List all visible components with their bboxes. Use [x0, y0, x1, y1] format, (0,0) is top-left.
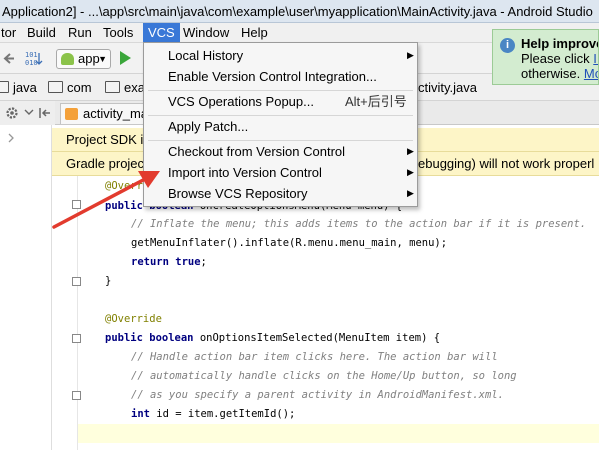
menu-item-apply-patch[interactable]: Apply Patch...	[144, 116, 441, 137]
run-config-select[interactable]: app ▼	[56, 49, 111, 69]
run-config-label: app	[78, 51, 100, 66]
menu-item-checkout-from-vcs[interactable]: Checkout from Version Control ▶	[144, 141, 441, 162]
code-line: @Override	[105, 313, 162, 325]
svg-text:010: 010	[25, 59, 38, 67]
shortcut-label: Alt+后引号	[345, 94, 407, 109]
code-line: // as you specify a parent activity in A…	[131, 389, 504, 401]
red-arrow-annotation	[52, 171, 160, 229]
back-arrow-icon[interactable]	[2, 48, 16, 69]
menu-tools[interactable]: Tools	[98, 23, 138, 43]
run-icon[interactable]	[120, 51, 131, 65]
code-line: // automatically handle clicks on the Ho…	[131, 370, 517, 382]
code-line: return true;	[131, 256, 207, 268]
menu-item-browse-vcs-repository[interactable]: Browse VCS Repository ▶	[144, 183, 441, 204]
binary-icon[interactable]: 101 010	[24, 48, 46, 69]
project-panel	[0, 125, 52, 450]
code-line: int id = item.getItemId();	[131, 408, 296, 420]
breadcrumb-example[interactable]: exa	[105, 78, 145, 97]
gradle-notification-tail: ebugging) will not work properl	[418, 156, 595, 171]
info-icon: i	[500, 38, 515, 53]
chevron-down-icon: ▼	[98, 54, 107, 64]
submenu-arrow-icon: ▶	[407, 146, 414, 156]
breadcrumb-com[interactable]: com	[48, 78, 92, 97]
folder-icon	[105, 81, 120, 93]
menu-run[interactable]: Run	[63, 23, 97, 43]
menu-item-enable-vcs-integration[interactable]: Enable Version Control Integration...	[144, 66, 441, 87]
tab-activity-main[interactable]: activity_ma	[60, 103, 148, 124]
more-link[interactable]: Mo	[584, 66, 598, 81]
window-title-bar: Application2] - ...\app\src\main\java\co…	[0, 0, 599, 23]
code-line: getMenuInflater().inflate(R.menu.menu_ma…	[131, 237, 448, 249]
fold-marker[interactable]	[72, 277, 81, 286]
collapse-icon[interactable]	[38, 106, 52, 120]
chevron-right-icon[interactable]	[6, 133, 16, 143]
window-title: Application2] - ...\app\src\main\java\co…	[2, 4, 593, 19]
code-line: public boolean onOptionsItemSelected(Men…	[105, 332, 441, 344]
android-icon	[61, 53, 74, 65]
svg-text:101: 101	[25, 51, 38, 59]
fold-marker[interactable]	[72, 334, 81, 343]
help-popup-title: Help improve	[521, 36, 599, 51]
code-line: }	[105, 275, 112, 287]
chevron-down-icon[interactable]	[24, 107, 34, 117]
xml-file-icon	[65, 108, 78, 120]
help-improve-popup[interactable]: i Help improve Please click I a otherwis…	[492, 29, 599, 85]
agree-link[interactable]: I a	[593, 51, 598, 66]
menu-item-local-history[interactable]: Local History ▶	[144, 45, 441, 66]
code-line: // Handle action bar item clicks here. T…	[131, 351, 498, 363]
menu-help[interactable]: Help	[236, 23, 273, 43]
menu-navigate[interactable]: tor	[0, 23, 21, 43]
fold-marker[interactable]	[72, 391, 81, 400]
menu-vcs[interactable]: VCS	[143, 23, 180, 43]
project-panel-toolbar	[0, 101, 55, 125]
menu-item-vcs-operations-popup[interactable]: VCS Operations Popup... Alt+后引号	[144, 91, 441, 112]
breadcrumb-java[interactable]: java	[0, 78, 37, 97]
code-line: // Inflate the menu; this adds items to …	[131, 218, 587, 230]
menu-item-import-into-vcs[interactable]: Import into Version Control ▶	[144, 162, 441, 183]
submenu-arrow-icon: ▶	[407, 188, 414, 198]
folder-icon	[48, 81, 63, 93]
submenu-arrow-icon: ▶	[407, 50, 414, 60]
menu-build[interactable]: Build	[22, 23, 61, 43]
submenu-arrow-icon: ▶	[407, 167, 414, 177]
menu-window[interactable]: Window	[178, 23, 234, 43]
folder-icon	[0, 81, 9, 93]
current-line-highlight	[78, 424, 599, 443]
vcs-dropdown-menu: Local History ▶ Enable Version Control In…	[143, 42, 418, 207]
gear-icon[interactable]	[4, 105, 20, 121]
